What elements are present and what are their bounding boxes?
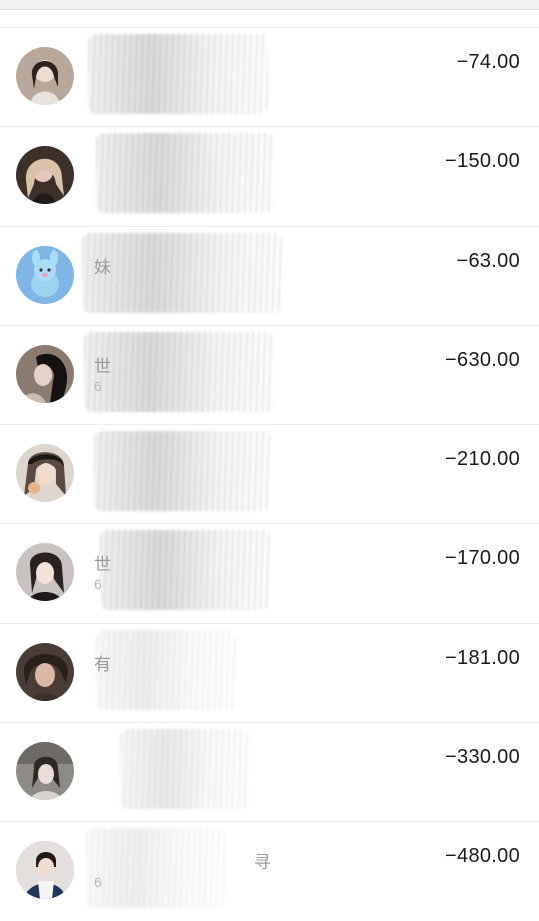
redacted-name-area xyxy=(86,828,226,909)
redacted-name-area xyxy=(84,331,274,412)
avatar xyxy=(16,841,74,900)
amount: −181.00 xyxy=(445,646,520,669)
avatar xyxy=(16,742,74,801)
name-fragment: 妹 xyxy=(94,257,111,277)
transaction-list: −74.00 −150.00 妹 −63.00 世 6 −630.00 −210… xyxy=(0,27,539,921)
amount: −63.00 xyxy=(456,249,520,272)
date-fragment: 6 xyxy=(94,874,102,891)
redacted-name-area xyxy=(88,34,268,114)
amount: −170.00 xyxy=(445,547,520,570)
transaction-row[interactable]: −74.00 xyxy=(0,27,539,126)
amount: −630.00 xyxy=(445,348,520,371)
transaction-row[interactable]: 寻 6 −480.00 xyxy=(0,821,539,920)
top-bar-edge xyxy=(0,0,539,10)
transaction-row[interactable]: 世 6 −170.00 xyxy=(0,523,539,622)
redacted-name-area xyxy=(94,431,270,512)
transaction-row[interactable]: −210.00 xyxy=(0,424,539,523)
amount: −74.00 xyxy=(456,51,520,73)
avatar xyxy=(16,344,74,403)
transaction-row[interactable]: 世 6 −630.00 xyxy=(0,324,539,424)
avatar xyxy=(16,444,74,503)
redacted-name-area xyxy=(82,232,282,313)
name-fragment: 世 xyxy=(94,356,111,376)
name-fragment: 有 xyxy=(94,654,111,674)
date-fragment: 6 xyxy=(94,377,102,394)
avatar xyxy=(16,245,74,304)
redacted-name-area xyxy=(96,133,274,214)
transaction-row[interactable]: 有 −181.00 xyxy=(0,622,539,722)
redacted-name-area xyxy=(100,530,270,611)
amount: −150.00 xyxy=(445,150,520,173)
transaction-row[interactable]: −330.00 xyxy=(0,722,539,821)
transaction-row[interactable]: −150.00 xyxy=(0,126,539,225)
amount: −330.00 xyxy=(445,746,520,769)
transaction-row[interactable]: 妹 −63.00 xyxy=(0,225,539,325)
avatar xyxy=(16,47,74,105)
redacted-name-area xyxy=(120,729,250,810)
redacted-name-area xyxy=(96,629,236,710)
date-fragment: 6 xyxy=(94,576,102,593)
name-fragment: 世 xyxy=(94,555,111,575)
amount: −210.00 xyxy=(445,448,520,471)
avatar xyxy=(16,642,74,701)
amount: −480.00 xyxy=(445,845,520,868)
name-fragment: 寻 xyxy=(254,853,271,873)
avatar xyxy=(16,543,74,602)
avatar xyxy=(16,146,74,205)
